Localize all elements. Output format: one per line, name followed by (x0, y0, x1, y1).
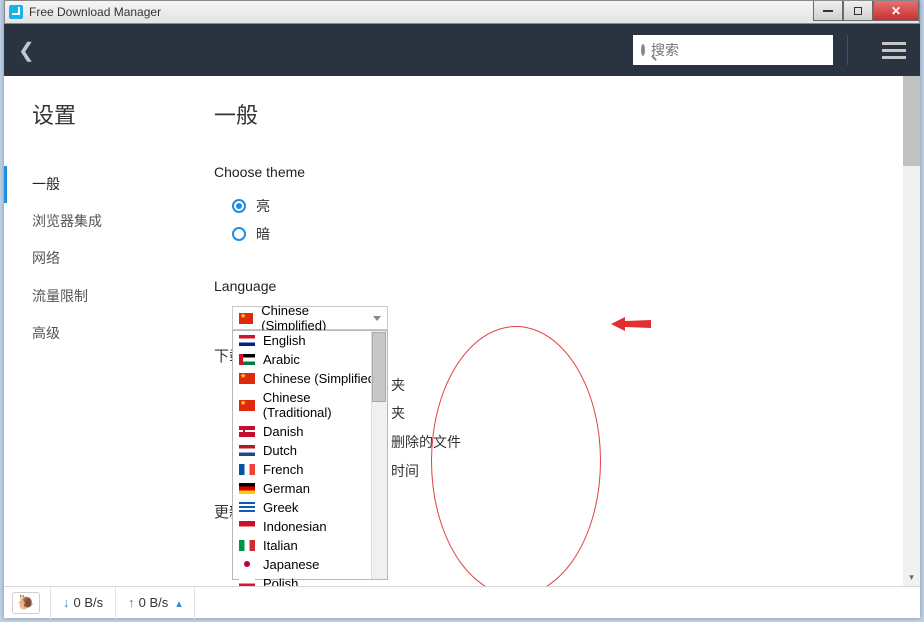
search-icon (641, 44, 645, 56)
flag-icon (239, 426, 255, 437)
vertical-scrollbar[interactable]: ▾ (903, 76, 920, 586)
flag-icon (239, 400, 255, 411)
flag-icon (239, 464, 255, 475)
up-arrow-icon: ↑ (128, 595, 135, 610)
app-window: Free Download Manager ✕ ❮ 设置 一般 浏览器集成 网络… (4, 0, 920, 618)
language-option[interactable]: Greek (233, 498, 387, 517)
settings-sidebar: 设置 一般 浏览器集成 网络 流量限制 高级 (4, 76, 214, 586)
minimize-button[interactable] (813, 1, 843, 21)
language-option[interactable]: German (233, 479, 387, 498)
language-option[interactable]: Japanese (233, 555, 387, 574)
theme-option-light[interactable]: 亮 (214, 192, 920, 220)
theme-option-label: 亮 (256, 196, 270, 216)
language-label: Language (214, 278, 920, 294)
scroll-down-icon[interactable]: ▾ (903, 569, 920, 586)
theme-option-label: 暗 (256, 224, 270, 244)
sidebar-item-browser[interactable]: 浏览器集成 (4, 203, 214, 240)
language-option[interactable]: Chinese (Simplified) (233, 369, 387, 388)
language-option[interactable]: French (233, 460, 387, 479)
section-heading: 一般 (214, 98, 920, 130)
flag-icon (239, 521, 255, 532)
sidebar-item-general[interactable]: 一般 (4, 166, 214, 203)
sidebar-item-traffic[interactable]: 流量限制 (4, 278, 214, 315)
flag-icon (239, 483, 255, 494)
settings-title: 设置 (4, 98, 214, 130)
content-area: 设置 一般 浏览器集成 网络 流量限制 高级 一般 Choose theme 亮… (4, 76, 920, 586)
language-option-label: French (263, 462, 303, 477)
toolbar-separator (847, 35, 848, 65)
language-option[interactable]: English (233, 331, 387, 350)
language-option-label: Italian (263, 538, 298, 553)
dropdown-scrollbar[interactable] (371, 331, 387, 579)
window-title: Free Download Manager (29, 5, 161, 19)
language-option-label: Indonesian (263, 519, 327, 534)
flag-icon (239, 445, 255, 456)
flag-icon (239, 313, 253, 324)
flag-icon (239, 540, 255, 551)
upload-speed: ↑0 B/s▴ (116, 595, 194, 610)
radio-icon (232, 199, 246, 213)
language-selected-value: Chinese (Simplified) (261, 303, 365, 333)
sidebar-item-network[interactable]: 网络 (4, 240, 214, 277)
snail-mode-button[interactable]: 🐌 (12, 592, 40, 614)
scrollbar-thumb[interactable] (372, 332, 386, 402)
theme-option-dark[interactable]: 暗 (214, 220, 920, 248)
menu-button[interactable] (882, 42, 906, 59)
sidebar-item-advanced[interactable]: 高级 (4, 315, 214, 352)
language-option[interactable]: Chinese (Traditional) (233, 388, 387, 422)
language-option[interactable]: Italian (233, 536, 387, 555)
flag-icon (239, 373, 255, 384)
language-option-label: Chinese (Simplified) (263, 371, 379, 386)
maximize-button[interactable] (843, 1, 873, 21)
language-option-label: Greek (263, 500, 298, 515)
close-button[interactable]: ✕ (873, 1, 919, 21)
flag-icon (239, 578, 255, 586)
down-arrow-icon: ↓ (63, 595, 70, 610)
settings-main: 一般 Choose theme 亮 暗 Language Chinese (Si… (214, 76, 920, 586)
statusbar: 🐌 ↓0 B/s ↑0 B/s▴ (4, 586, 920, 618)
language-select[interactable]: Chinese (Simplified) (232, 306, 388, 330)
back-button[interactable]: ❮ (18, 38, 35, 63)
download-speed: ↓0 B/s (51, 595, 115, 610)
flag-icon (239, 354, 255, 365)
window-controls: ✕ (813, 1, 919, 21)
language-option-label: Polish (263, 576, 298, 586)
radio-icon (232, 227, 246, 241)
language-option-label: Chinese (Traditional) (263, 390, 381, 420)
language-option-label: Arabic (263, 352, 300, 367)
language-option[interactable]: Dutch (233, 441, 387, 460)
toolbar: ❮ (4, 24, 920, 76)
language-dropdown[interactable]: English Arabic Chinese (Simplified) Chinese… (232, 330, 388, 580)
theme-label: Choose theme (214, 164, 920, 180)
language-option[interactable]: Arabic (233, 350, 387, 369)
scrollbar-thumb[interactable] (903, 76, 920, 166)
flag-icon (239, 502, 255, 513)
language-option-label: Dutch (263, 443, 297, 458)
language-option-label: German (263, 481, 310, 496)
chevron-down-icon (373, 316, 381, 321)
flag-icon (239, 335, 255, 346)
language-option-label: Danish (263, 424, 303, 439)
flag-icon (239, 559, 255, 570)
search-box[interactable] (633, 35, 833, 65)
language-option-label: English (263, 333, 306, 348)
chevron-up-icon[interactable]: ▴ (176, 598, 182, 610)
app-icon (9, 5, 23, 19)
language-option[interactable]: Danish (233, 422, 387, 441)
language-option[interactable]: Indonesian (233, 517, 387, 536)
search-input[interactable] (651, 42, 832, 58)
titlebar: Free Download Manager ✕ (4, 0, 920, 24)
language-option[interactable]: Polish (233, 574, 387, 586)
language-option-label: Japanese (263, 557, 319, 572)
